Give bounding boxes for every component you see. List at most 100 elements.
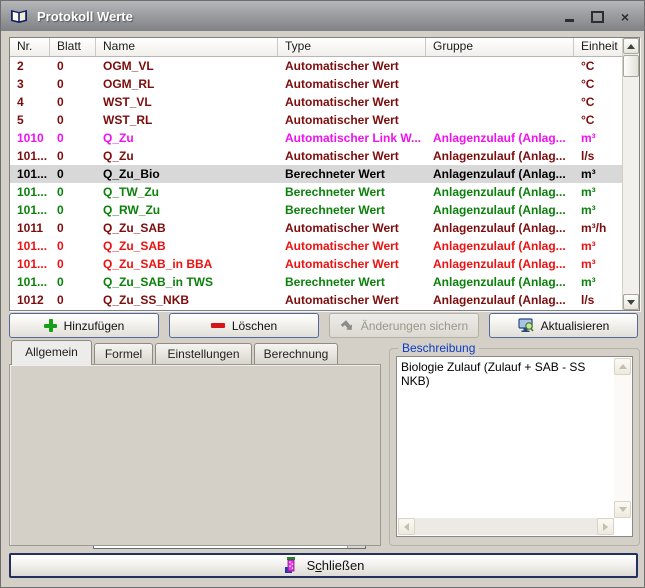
- exit-door-icon: [283, 557, 299, 574]
- delete-button[interactable]: Löschen: [169, 313, 319, 338]
- table-row[interactable]: 20OGM_VLAutomatischer Wert°C: [10, 57, 623, 75]
- schliessen-button[interactable]: Schließen: [9, 553, 638, 578]
- minus-icon: [211, 323, 225, 328]
- cell-nr: 101...: [10, 255, 50, 273]
- cell-einheit: °C: [574, 57, 621, 75]
- memo-scroll-right-button[interactable]: [597, 518, 614, 535]
- tab-einstellungen[interactable]: Einstellungen: [155, 343, 252, 364]
- table-row[interactable]: 30OGM_RLAutomatischer Wert°C: [10, 75, 623, 93]
- save-changes-label: Änderungen sichern: [361, 319, 468, 333]
- refresh-button-label: Aktualisieren: [541, 319, 610, 333]
- table-header: Nr. Blatt Name Type Gruppe Einheit: [10, 38, 639, 57]
- beschreibung-textarea[interactable]: Biologie Zulauf (Zulauf + SAB - SS NKB): [396, 356, 633, 537]
- memo-scroll-down-button[interactable]: [614, 501, 631, 518]
- cell-type: Automatischer Wert: [278, 255, 426, 273]
- title-bar[interactable]: Protokoll Werte ×: [1, 1, 644, 31]
- cell-name: WST_VL: [96, 93, 278, 111]
- tab-berechnung[interactable]: Berechnung: [254, 343, 338, 364]
- delete-button-label: Löschen: [232, 319, 277, 333]
- cell-nr: 101...: [10, 147, 50, 165]
- cell-nr: 101...: [10, 273, 50, 291]
- table-row[interactable]: 10110Q_Zu_SABAutomatischer WertAnlagenzu…: [10, 219, 623, 237]
- beschreibung-horizontal-scrollbar[interactable]: [398, 518, 614, 535]
- cell-blatt: 0: [50, 291, 96, 309]
- column-header-name[interactable]: Name: [96, 38, 278, 56]
- cell-nr: 101...: [10, 201, 50, 219]
- column-header-type[interactable]: Type: [278, 38, 426, 56]
- cell-nr: 101...: [10, 165, 50, 183]
- cell-type: Berechneter Wert: [278, 183, 426, 201]
- cell-nr: 101...: [10, 183, 50, 201]
- cell-einheit: l/s: [574, 291, 621, 309]
- values-table: Nr. Blatt Name Type Gruppe Einheit 20OGM…: [9, 37, 640, 311]
- cell-einheit: m³: [574, 201, 621, 219]
- table-row[interactable]: 50WST_RLAutomatischer Wert°C: [10, 111, 623, 129]
- cell-gruppe: Anlagenzulauf (Anlag...: [426, 255, 574, 273]
- table-row[interactable]: 10100Q_ZuAutomatischer Link W...Anlagenz…: [10, 129, 623, 147]
- scroll-down-button[interactable]: [623, 294, 639, 310]
- minimize-button[interactable]: [560, 9, 578, 24]
- cell-blatt: 0: [50, 165, 96, 183]
- cell-einheit: °C: [574, 93, 621, 111]
- cell-blatt: 0: [50, 111, 96, 129]
- close-button[interactable]: ×: [616, 9, 634, 24]
- cell-blatt: 0: [50, 183, 96, 201]
- window-title: Protokoll Werte: [37, 9, 133, 24]
- refresh-button[interactable]: Aktualisieren: [489, 313, 638, 338]
- cell-type: Automatischer Wert: [278, 219, 426, 237]
- tab-allgemein[interactable]: Allgemein: [11, 340, 92, 365]
- memo-scroll-up-button[interactable]: [614, 358, 631, 375]
- arrow-left-icon: [404, 523, 409, 531]
- table-row[interactable]: 101...0Q_Zu_SAB_in BBAAutomatischer Wert…: [10, 255, 623, 273]
- cell-type: Automatischer Wert: [278, 93, 426, 111]
- table-row[interactable]: 101...0Q_TW_ZuBerechneter WertAnlagenzul…: [10, 183, 623, 201]
- column-header-einheit[interactable]: Einheit: [574, 38, 621, 56]
- cell-einheit: m³: [574, 165, 621, 183]
- column-header-nr[interactable]: Nr.: [10, 38, 50, 56]
- cell-gruppe: Anlagenzulauf (Anlag...: [426, 273, 574, 291]
- table-row[interactable]: 101...0Q_Zu_SAB_in TWSBerechneter WertAn…: [10, 273, 623, 291]
- cell-name: Q_Zu: [96, 129, 278, 147]
- plus-icon: [44, 319, 57, 332]
- table-vertical-scrollbar[interactable]: [622, 38, 639, 310]
- cell-name: Q_Zu: [96, 147, 278, 165]
- scroll-up-button[interactable]: [623, 38, 639, 54]
- app-book-icon: [9, 6, 29, 26]
- column-header-gruppe[interactable]: Gruppe: [426, 38, 574, 56]
- table-row[interactable]: 40WST_VLAutomatischer Wert°C: [10, 93, 623, 111]
- cell-name: Q_Zu_SAB: [96, 219, 278, 237]
- scrollbar-thumb[interactable]: [623, 55, 639, 77]
- cell-type: Automatischer Wert: [278, 75, 426, 93]
- cell-type: Berechneter Wert: [278, 273, 426, 291]
- cell-type: Automatischer Wert: [278, 237, 426, 255]
- minimize-icon: [565, 19, 574, 22]
- add-button[interactable]: Hinzufügen: [9, 313, 159, 338]
- cell-nr: 1010: [10, 129, 50, 147]
- memo-scroll-left-button[interactable]: [398, 518, 415, 535]
- arrow-up-icon: [627, 44, 635, 49]
- table-row[interactable]: 101...0Q_Zu_SABAutomatischer WertAnlagen…: [10, 237, 623, 255]
- table-body: 20OGM_VLAutomatischer Wert°C30OGM_RLAuto…: [10, 57, 623, 310]
- table-row[interactable]: 10120Q_Zu_SS_NKBAutomatischer WertAnlage…: [10, 291, 623, 309]
- maximize-button[interactable]: [588, 9, 606, 24]
- tab-formel[interactable]: Formel: [94, 343, 153, 364]
- cell-einheit: m³/h: [574, 219, 621, 237]
- maximize-icon: [591, 11, 604, 23]
- cell-nr: 1012: [10, 291, 50, 309]
- cell-einheit: m³: [574, 273, 621, 291]
- table-row[interactable]: 101...0Q_Zu_BioBerechneter WertAnlagenzu…: [10, 165, 623, 183]
- beschreibung-caption: Beschreibung: [398, 341, 479, 355]
- beschreibung-vertical-scrollbar[interactable]: [614, 358, 631, 518]
- cell-einheit: l/s: [574, 147, 621, 165]
- table-row[interactable]: 101...0Q_RW_ZuBerechneter WertAnlagenzul…: [10, 201, 623, 219]
- cell-name: Q_Zu_Bio: [96, 165, 278, 183]
- cell-gruppe: Anlagenzulauf (Anlag...: [426, 129, 574, 147]
- cell-nr: 3: [10, 75, 50, 93]
- cell-blatt: 0: [50, 237, 96, 255]
- table-row[interactable]: 101...0Q_ZuAutomatischer WertAnlagenzula…: [10, 147, 623, 165]
- column-header-blatt[interactable]: Blatt: [50, 38, 96, 56]
- arrow-down-icon: [627, 300, 635, 305]
- cell-type: Automatischer Wert: [278, 111, 426, 129]
- cell-nr: 1011: [10, 219, 50, 237]
- cell-gruppe: [426, 75, 574, 93]
